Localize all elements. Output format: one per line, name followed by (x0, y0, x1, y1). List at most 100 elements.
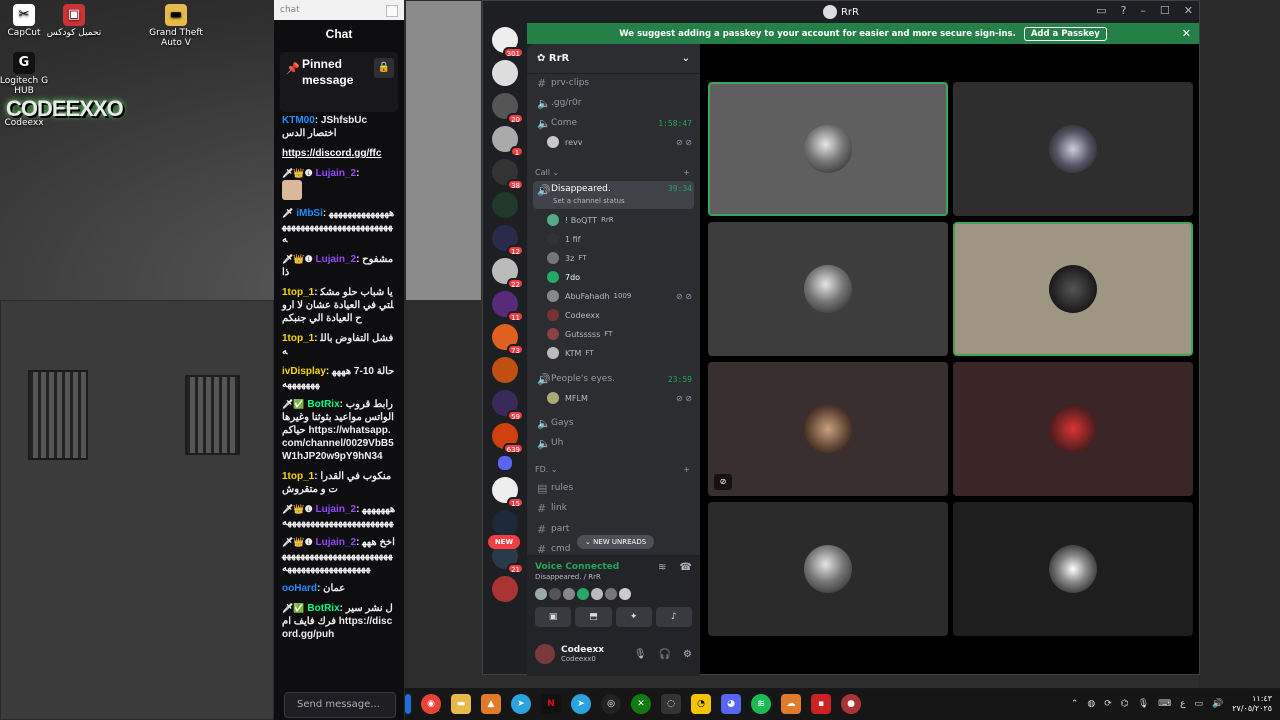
telegram-icon[interactable]: ➤ (571, 694, 591, 714)
plus-icon[interactable]: + (683, 465, 690, 474)
headphones-icon[interactable]: 🎧 (659, 649, 671, 660)
channel-prv-clips[interactable]: # prv-clips (533, 74, 694, 92)
voice-user[interactable]: KTM FT (547, 345, 692, 361)
channel-come[interactable]: 🔈 Come 1:58:47 (533, 114, 694, 132)
help-icon[interactable]: ? (1121, 4, 1127, 17)
voice-user[interactable]: 3z FT (547, 250, 692, 266)
server-icon[interactable] (492, 510, 518, 536)
channel-rules[interactable]: ▤ rules (533, 479, 694, 497)
chat-username[interactable]: Lujain_2 (315, 537, 356, 548)
participant-tile[interactable] (953, 502, 1193, 636)
category-fd[interactable]: FD. ⌄ + (535, 465, 690, 474)
gear-icon[interactable]: ⚙ (683, 649, 692, 660)
app-icon[interactable]: ● (841, 694, 861, 714)
disconnect-icon[interactable]: ☎ (680, 562, 692, 573)
sync-icon[interactable]: ⟳ (1104, 699, 1112, 709)
avatar[interactable] (591, 588, 603, 600)
xbox-icon[interactable]: ✕ (631, 694, 651, 714)
close-icon[interactable]: ✕ (1182, 27, 1191, 40)
participant-tile[interactable] (708, 222, 948, 356)
server-icon[interactable]: 15 (492, 477, 524, 508)
maximize-icon[interactable]: ☐ (1160, 4, 1170, 17)
avatar[interactable] (619, 588, 631, 600)
server-icon[interactable]: 38 (492, 159, 524, 190)
vlc-icon[interactable]: ▲ (481, 694, 501, 714)
cloud-icon[interactable]: ☁ (781, 694, 801, 714)
microphone-icon[interactable]: 🎙 (1138, 699, 1149, 709)
chat-username[interactable]: 1top_1 (282, 471, 314, 482)
server-icon[interactable]: 1 (492, 126, 524, 157)
chat-username[interactable]: 1top_1 (282, 333, 314, 344)
voice-user[interactable]: Codeexx (547, 307, 692, 323)
telegram-icon[interactable]: ➤ (511, 694, 531, 714)
server-icon[interactable]: 639 (492, 423, 524, 454)
participant-tile[interactable] (953, 362, 1193, 496)
server-header[interactable]: ✿ RrR ⌄ (527, 44, 700, 74)
voice-user[interactable]: revv ⊘ ⊘ (547, 134, 692, 150)
participant-tile[interactable] (708, 502, 948, 636)
channel-gg[interactable]: 🔈 .gg/r0r (533, 94, 694, 112)
new-unreads-pill[interactable]: ⌄ NEW UNREADS (577, 535, 655, 549)
camera-icon[interactable]: ▣ (535, 607, 572, 627)
app-icon[interactable]: ◔ (691, 694, 711, 714)
chat-message-input[interactable]: Send message... (284, 692, 396, 718)
voice-user[interactable]: MFLM ⊘ ⊘ (547, 390, 692, 406)
avatar[interactable] (605, 588, 617, 600)
server-icon[interactable] (492, 60, 518, 86)
activities-icon[interactable]: ✦ (615, 607, 652, 627)
microphone-icon[interactable]: 🎙 (634, 649, 647, 660)
keyboard-icon[interactable]: ⌨ (1158, 699, 1171, 709)
chrome-icon[interactable]: ◉ (421, 694, 441, 714)
channel-gays[interactable]: 🔈 Gays (533, 414, 694, 432)
pinned-message[interactable]: 📌 Pinned message 🔒 (280, 52, 398, 112)
server-icon[interactable] (492, 576, 518, 602)
language-indicator[interactable]: ع (1180, 699, 1185, 709)
avatar[interactable] (577, 588, 589, 600)
chat-username[interactable]: BotRix (307, 603, 339, 614)
voice-user[interactable]: 1 fif (547, 231, 692, 247)
display-icon[interactable]: ▭ (1195, 699, 1204, 709)
volume-icon[interactable]: 🔊 (1212, 699, 1223, 709)
spotify-icon[interactable]: ≋ (751, 694, 771, 714)
chat-username[interactable]: BotRix (307, 399, 339, 410)
channel-link[interactable]: # link (533, 499, 694, 517)
chevron-up-icon[interactable]: ⌃ (1071, 699, 1079, 709)
new-pill[interactable]: NEW (488, 535, 520, 549)
plus-icon[interactable]: + (683, 168, 690, 177)
channel-status[interactable]: Set a channel status (553, 197, 625, 205)
capture-icon[interactable]: ◌ (661, 694, 681, 714)
voice-user[interactable]: 7do (547, 269, 692, 285)
folder-icon[interactable]: ▬ (451, 694, 471, 714)
minimize-icon[interactable]: – (1140, 4, 1146, 17)
clock[interactable]: ١١:٤٣ ٢٧/٠٥/٢٠٢٥ (1232, 694, 1272, 714)
participant-tile[interactable] (708, 82, 948, 216)
netflix-icon[interactable]: N (541, 694, 561, 714)
chat-username[interactable]: ivDisplay (282, 366, 326, 377)
app-icon[interactable]: ▪ (811, 694, 831, 714)
participant-tile[interactable] (953, 222, 1193, 356)
chat-url-bar[interactable]: chat (274, 0, 404, 20)
server-icon[interactable]: 12 (492, 225, 524, 256)
noise-suppression-icon[interactable]: ≋ (658, 562, 666, 573)
voice-user[interactable]: Gutsssss FT (547, 326, 692, 342)
desktop-icon-codeexx[interactable]: Codeexx (0, 118, 54, 128)
voice-status[interactable]: Voice Connected (535, 562, 619, 572)
voice-user[interactable]: AbuFahadh 1009 ⊘ ⊘ (547, 288, 692, 304)
server-icon[interactable]: 301 (492, 27, 524, 58)
obs-icon[interactable]: ◎ (601, 694, 621, 714)
folder-icon[interactable] (498, 456, 512, 470)
avatar[interactable] (535, 644, 555, 664)
chat-username[interactable]: Lujain_2 (315, 504, 356, 515)
chat-username[interactable]: Lujain_2 (315, 254, 356, 265)
participant-tile[interactable] (953, 82, 1193, 216)
chat-username[interactable]: 1top_1 (282, 287, 314, 298)
desktop-icon-gta[interactable]: ▬ Grand Theft Auto V (146, 4, 206, 48)
file-explorer-icon[interactable] (405, 694, 411, 714)
chat-username[interactable]: ooHard (282, 583, 317, 594)
soundboard-icon[interactable]: ♪ (655, 607, 692, 627)
channel-peoples-eyes[interactable]: 🔊 People's eyes. 23:59 (533, 370, 694, 388)
discord-icon[interactable]: ◕ (721, 694, 741, 714)
chat-username[interactable]: Lujain_2 (315, 168, 356, 179)
window-button[interactable] (386, 5, 398, 17)
chat-username[interactable]: iMbSi (296, 208, 323, 219)
